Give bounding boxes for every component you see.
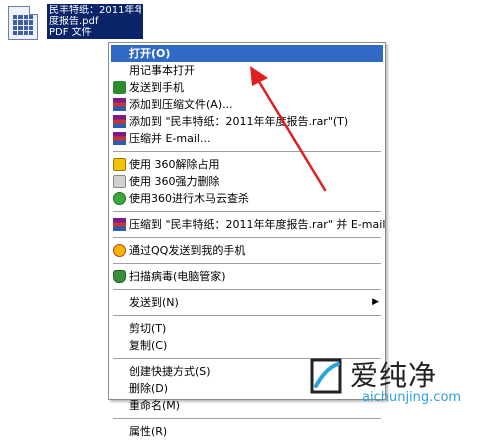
menu-item-label: 属性(R) [129,425,168,438]
menu-item-properties[interactable]: 属性(R) [111,423,383,440]
menu-separator [113,418,381,419]
aichunjing-logo-icon [310,358,342,394]
watermark-url: aichunjing.com [362,390,462,405]
watermark-brand: 爱纯净 [350,359,438,392]
red-annotation-arrow-icon [250,66,327,192]
